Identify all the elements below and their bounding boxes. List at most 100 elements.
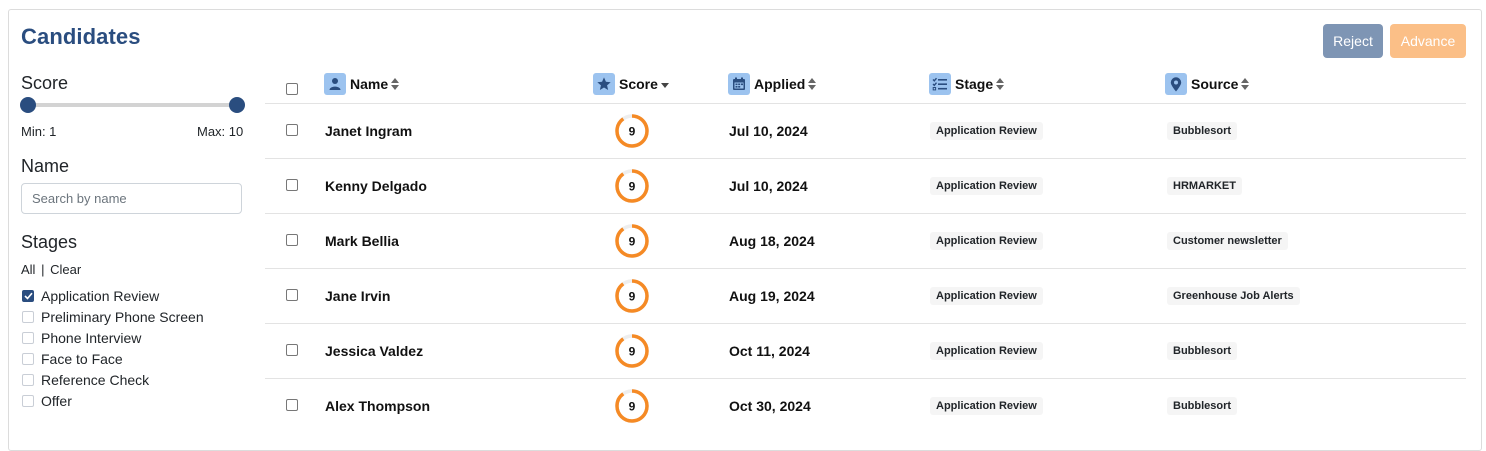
candidate-name[interactable]: Jessica Valdez [325,343,423,359]
select-all-link[interactable]: All [21,262,35,277]
score-badge: 9 [614,223,650,259]
stage-checkbox[interactable] [22,311,34,323]
score-max-label: Max: 10 [197,124,244,139]
row-divider [265,378,1466,379]
candidate-name[interactable]: Alex Thompson [325,398,430,414]
row-checkbox[interactable] [286,124,298,136]
stage-filter-item[interactable]: Application Review [21,286,159,306]
stage-filter-item[interactable]: Preliminary Phone Screen [21,307,204,327]
candidate-name[interactable]: Mark Bellia [325,233,399,249]
stage-filter-item[interactable]: Offer [21,391,72,411]
stages-filter-heading: Stages [21,232,78,252]
sort-icon[interactable] [391,78,400,90]
source-tag: Bubblesort [1167,122,1238,140]
stage-checkbox[interactable] [22,290,34,302]
row-divider [265,268,1466,269]
score-badge: 9 [614,113,650,149]
stage-checkbox[interactable] [22,353,34,365]
stage-checkbox[interactable] [22,374,34,386]
column-label-source: Source [1191,76,1239,92]
page-title: Candidates [21,24,141,49]
source-tag: Bubblesort [1167,397,1238,415]
score-value: 9 [629,180,636,194]
score-badge: 9 [614,388,650,424]
sort-icon[interactable] [808,78,817,90]
row-checkbox[interactable] [286,234,298,246]
column-header-stage[interactable]: Stage [929,72,1005,96]
score-badge: 9 [614,278,650,314]
stage-checkbox[interactable] [22,332,34,344]
row-divider [265,158,1466,159]
sort-icon[interactable] [1241,78,1250,90]
stage-tag: Application Review [930,397,1043,415]
link-separator: | [41,262,45,277]
column-label-name: Name [350,76,389,92]
stage-filter-item[interactable]: Face to Face [21,349,123,369]
checkmark-icon [23,292,33,300]
applied-date: Jul 10, 2024 [729,178,808,194]
score-min-label: Min: 1 [21,124,57,139]
row-divider [265,213,1466,214]
candidate-name[interactable]: Janet Ingram [325,123,412,139]
source-tag: Greenhouse Job Alerts [1167,287,1300,305]
score-min-handle[interactable] [20,97,36,113]
source-tag: Customer newsletter [1167,232,1288,250]
reject-button[interactable]: Reject [1323,24,1383,58]
stage-label: Reference Check [41,372,150,388]
stage-label: Preliminary Phone Screen [41,309,204,325]
stage-label: Face to Face [41,351,123,367]
stage-tag: Application Review [930,122,1043,140]
stage-checkbox[interactable] [22,395,34,407]
score-value: 9 [629,125,636,139]
applied-date: Jul 10, 2024 [729,123,808,139]
applied-date: Aug 18, 2024 [729,233,815,249]
applied-date: Oct 11, 2024 [729,343,810,359]
row-divider [265,323,1466,324]
name-filter-heading: Name [21,156,70,176]
calendar-icon [728,73,750,95]
person-icon [324,73,346,95]
column-label-applied: Applied [754,76,806,92]
score-value: 9 [629,235,636,249]
row-checkbox[interactable] [286,344,298,356]
score-value: 9 [629,290,636,304]
applied-date: Aug 19, 2024 [729,288,815,304]
select-all-checkbox[interactable] [286,83,298,95]
stage-tag: Application Review [930,287,1043,305]
column-label-score: Score [619,76,658,92]
candidate-name[interactable]: Jane Irvin [325,288,390,304]
column-header-name[interactable]: Name [324,72,400,96]
row-checkbox[interactable] [286,179,298,191]
name-search-input[interactable] [21,183,242,214]
clear-link[interactable]: Clear [50,262,81,277]
column-label-stage: Stage [955,76,994,92]
score-value: 9 [629,345,636,359]
score-badge: 9 [614,333,650,369]
applied-date: Oct 30, 2024 [729,398,811,414]
checklist-icon [929,73,951,95]
candidate-name[interactable]: Kenny Delgado [325,178,427,194]
column-header-source[interactable]: Source [1165,72,1250,96]
row-checkbox[interactable] [286,399,298,411]
stage-label: Offer [41,393,72,409]
score-range-slider[interactable] [28,103,237,107]
stage-label: Phone Interview [41,330,142,346]
score-value: 9 [629,400,636,414]
sort-desc-icon[interactable] [660,78,669,90]
row-checkbox[interactable] [286,289,298,301]
source-tag: Bubblesort [1167,342,1238,360]
column-header-applied[interactable]: Applied [728,72,817,96]
star-icon [593,73,615,95]
score-badge: 9 [614,168,650,204]
sort-icon[interactable] [996,78,1005,90]
stage-filter-item[interactable]: Reference Check [21,370,149,390]
stage-filter-item[interactable]: Phone Interview [21,328,141,348]
header-divider [265,103,1466,104]
column-header-score[interactable]: Score [593,72,669,96]
stage-tag: Application Review [930,177,1043,195]
stage-tag: Application Review [930,342,1043,360]
advance-button[interactable]: Advance [1390,24,1466,58]
stages-select-links: All | Clear [21,262,81,277]
score-max-handle[interactable] [229,97,245,113]
stage-tag: Application Review [930,232,1043,250]
